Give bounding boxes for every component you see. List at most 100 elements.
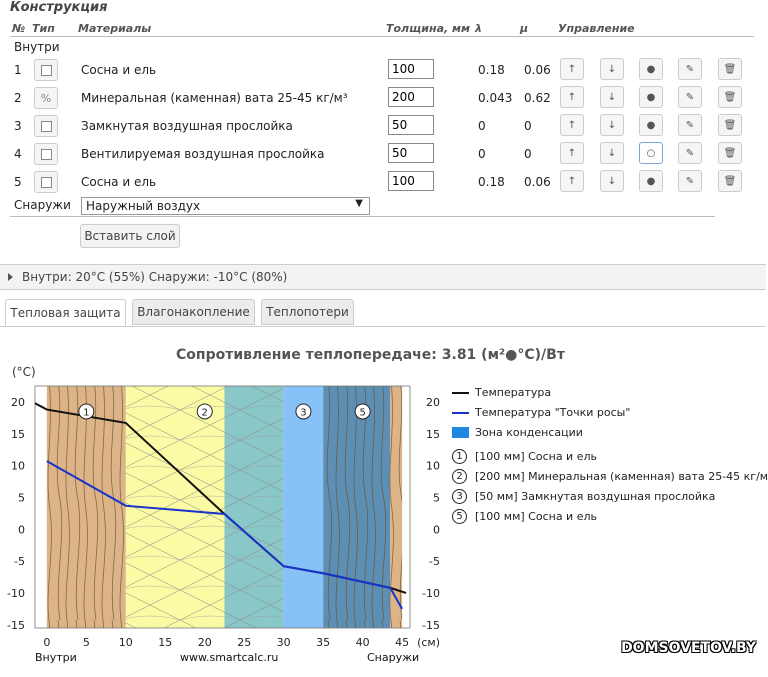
layer-label: 2	[202, 407, 208, 418]
move-up-button[interactable]: ↑	[560, 170, 584, 192]
condensation-toggle-button[interactable]: ○	[639, 142, 663, 164]
move-up-button[interactable]: ↑	[560, 142, 584, 164]
y-tick-label: 10	[11, 460, 25, 473]
square-icon	[40, 120, 52, 132]
condensation-toggle-button[interactable]: ●	[639, 170, 663, 192]
delete-button[interactable]: 🗑	[718, 170, 742, 192]
pencil-icon: ✎	[685, 147, 695, 159]
move-down-button[interactable]: ↓	[600, 58, 624, 80]
layer-pattern	[323, 386, 391, 628]
thickness-input[interactable]	[388, 87, 434, 107]
row-type-toggle[interactable]	[34, 143, 58, 165]
arrow-up-icon: ↑	[567, 91, 577, 103]
header-num: №	[12, 22, 26, 35]
x-tick-label: 45	[395, 636, 409, 649]
row-mu: 0	[524, 147, 532, 161]
thickness-input[interactable]	[388, 143, 434, 163]
insert-layer-button[interactable]: Вставить слой	[80, 224, 180, 248]
dot-icon: ●	[646, 91, 656, 103]
thickness-input[interactable]	[388, 115, 434, 135]
row-mu: 0.06	[524, 175, 551, 189]
row-mu: 0.06	[524, 63, 551, 77]
arrow-up-icon: ↑	[567, 63, 577, 75]
condensation-toggle-button[interactable]: ●	[639, 114, 663, 136]
move-up-button[interactable]: ↑	[560, 114, 584, 136]
delete-button[interactable]: 🗑	[718, 86, 742, 108]
header-thickness: Толщина, мм	[386, 22, 470, 35]
layer-pattern	[224, 386, 284, 628]
row-type-toggle[interactable]: %	[34, 87, 58, 109]
delete-button[interactable]: 🗑	[718, 114, 742, 136]
trash-icon: 🗑	[723, 119, 737, 131]
delete-button[interactable]: 🗑	[718, 142, 742, 164]
layer-label: 1	[83, 407, 89, 418]
condensation-toggle-button[interactable]: ●	[639, 58, 663, 80]
row-mu: 0	[524, 119, 532, 133]
tab-heat-loss[interactable]: Теплопотери	[261, 299, 354, 325]
row-number: 4	[14, 147, 22, 161]
arrow-down-icon: ↓	[607, 91, 617, 103]
trash-icon: 🗑	[723, 63, 737, 75]
delete-button[interactable]: 🗑	[718, 58, 742, 80]
legend-dew: Температура "Точки росы"	[475, 406, 631, 419]
row-number: 3	[14, 119, 22, 133]
conditions-text: Внутри: 20°C (55%) Снаружи: -10°C (80%)	[22, 270, 288, 284]
x-tick-label: 5	[83, 636, 90, 649]
move-up-button[interactable]: ↑	[560, 86, 584, 108]
edit-button[interactable]: ✎	[678, 58, 702, 80]
y-tick-label-right: 0	[433, 523, 440, 536]
conditions-bar[interactable]: Внутри: 20°C (55%) Снаружи: -10°C (80%)	[0, 264, 766, 290]
y-tick-label-right: -5	[429, 555, 440, 568]
row-type-toggle[interactable]	[34, 59, 58, 81]
move-down-button[interactable]: ↓	[600, 170, 624, 192]
move-up-button[interactable]: ↑	[560, 58, 584, 80]
row-mu: 0.62	[524, 91, 551, 105]
legend-layer-num: 5	[452, 509, 467, 524]
y-tick-label: -5	[14, 555, 25, 568]
footer-inside: Внутри	[35, 651, 77, 664]
edit-button[interactable]: ✎	[678, 142, 702, 164]
thickness-input[interactable]	[388, 59, 434, 79]
tab-thermal-protection[interactable]: Тепловая защита	[5, 299, 126, 326]
dot-icon: ●	[646, 63, 656, 75]
thickness-input[interactable]	[388, 171, 434, 191]
arrow-down-icon: ↓	[607, 119, 617, 131]
row-material: Замкнутая воздушная прослойка	[81, 119, 293, 133]
edit-button[interactable]: ✎	[678, 114, 702, 136]
row-material: Вентилируемая воздушная прослойка	[81, 147, 325, 161]
y-tick-label-right: 20	[426, 396, 440, 409]
tab-moisture[interactable]: Влагонакопление	[132, 299, 255, 325]
edit-button[interactable]: ✎	[678, 86, 702, 108]
x-tick-label: 40	[356, 636, 370, 649]
x-tick-label: 0	[43, 636, 50, 649]
y-tick-label-right: -15	[422, 619, 440, 632]
square-icon	[40, 148, 52, 160]
row-lambda: 0.18	[478, 63, 505, 77]
x-tick-label: 10	[119, 636, 133, 649]
edit-button[interactable]: ✎	[678, 170, 702, 192]
row-lambda: 0	[478, 147, 486, 161]
outside-air-select[interactable]: Наружный воздух ▼	[81, 197, 370, 215]
row-type-toggle[interactable]	[34, 115, 58, 137]
y-tick-label: -15	[7, 619, 25, 632]
arrow-down-icon: ↓	[607, 175, 617, 187]
y-tick-label-right: 15	[426, 428, 440, 441]
x-tick-label: 25	[237, 636, 251, 649]
pencil-icon: ✎	[685, 91, 695, 103]
header-materials: Материалы	[78, 22, 152, 35]
header-divider	[10, 36, 754, 37]
move-down-button[interactable]: ↓	[600, 86, 624, 108]
row-material: Сосна и ель	[81, 63, 157, 77]
row-type-toggle[interactable]	[34, 171, 58, 193]
result-tabs: Тепловая защита Влагонакопление Теплопот…	[0, 296, 766, 327]
row-number: 1	[14, 63, 22, 77]
arrow-up-icon: ↑	[567, 175, 577, 187]
condensation-toggle-button[interactable]: ●	[639, 86, 663, 108]
move-down-button[interactable]: ↓	[600, 114, 624, 136]
percent-icon: %	[40, 91, 52, 105]
row-material: Минеральная (каменная) вата 25-45 кг/м³	[81, 91, 348, 105]
temperature-chart: -15 -15-10 -10-5 -50 05 510 1015 1520 200 5 10 15 20…	[7, 385, 440, 649]
y-tick-label: 20	[11, 396, 25, 409]
move-down-button[interactable]: ↓	[600, 142, 624, 164]
y-tick-label: 5	[18, 491, 25, 504]
